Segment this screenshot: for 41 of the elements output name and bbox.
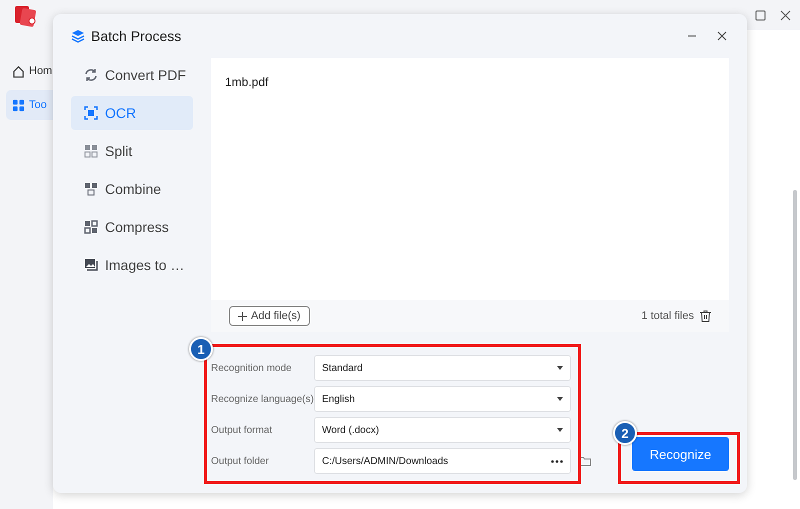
- maximize-icon[interactable]: [755, 10, 766, 20]
- nav-item[interactable]: Split: [71, 134, 193, 168]
- sync-icon: [83, 67, 99, 83]
- path-field[interactable]: C:/Users/ADMIN/Downloads: [314, 448, 571, 474]
- compress-icon: [83, 219, 99, 235]
- sidebar-item[interactable]: Hom: [6, 56, 53, 86]
- dropdown[interactable]: English: [314, 386, 571, 412]
- close-icon[interactable]: [717, 31, 727, 41]
- nav-item[interactable]: Compress: [71, 210, 193, 244]
- dropdown[interactable]: Standard: [314, 355, 571, 381]
- trash-icon[interactable]: [700, 310, 711, 322]
- plus-icon: [238, 312, 247, 320]
- step-number: 1: [189, 337, 213, 361]
- nav-item[interactable]: Images to …: [71, 248, 193, 282]
- layers-icon: [71, 29, 85, 43]
- more-icon[interactable]: [551, 460, 563, 462]
- nav-item[interactable]: Combine: [71, 172, 193, 206]
- home-icon: [12, 64, 25, 78]
- add-files-button[interactable]: Add file(s): [229, 306, 310, 326]
- scrollbar[interactable]: [793, 190, 797, 480]
- close-icon[interactable]: [780, 10, 791, 20]
- split-icon: [83, 143, 99, 159]
- step-number: 2: [613, 421, 637, 445]
- nav-item[interactable]: Convert PDF: [71, 58, 193, 92]
- file-count: 1 total files: [641, 310, 694, 322]
- combine-icon: [83, 181, 99, 197]
- caret-icon: [557, 397, 563, 401]
- folder-icon[interactable]: [579, 456, 591, 466]
- caret-icon: [557, 428, 563, 432]
- image-icon: [83, 257, 99, 273]
- grid-icon: [12, 98, 25, 112]
- dialog-title: Batch Process: [91, 28, 182, 44]
- recognize-button[interactable]: Recognize: [632, 437, 729, 471]
- dropdown[interactable]: Word (.docx): [314, 417, 571, 443]
- field-label: Recognition mode: [211, 362, 293, 374]
- ocr-icon: [83, 105, 99, 121]
- caret-icon: [557, 366, 563, 370]
- field-label: Output format: [211, 424, 274, 436]
- file-name[interactable]: 1mb.pdf: [225, 75, 715, 89]
- field-label: Output folder: [211, 456, 270, 466]
- field-label: Recognize language(s): [211, 394, 314, 404]
